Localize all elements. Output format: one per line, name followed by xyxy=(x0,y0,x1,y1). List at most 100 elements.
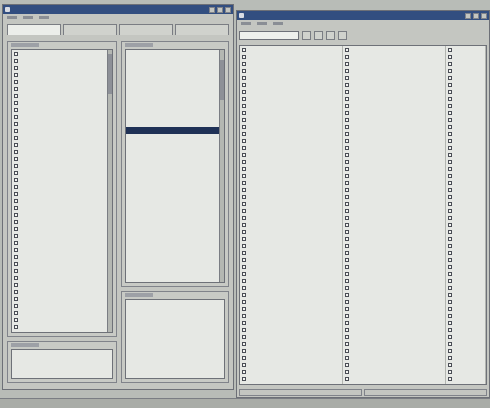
font-list-item[interactable] xyxy=(126,92,224,99)
font-list-item[interactable] xyxy=(126,57,224,64)
checkbox-item[interactable] xyxy=(343,319,445,326)
checkbox-item[interactable] xyxy=(240,263,342,270)
checkbox[interactable] xyxy=(14,268,18,273)
checkbox-item[interactable] xyxy=(343,235,445,242)
checkbox-item[interactable] xyxy=(240,207,342,214)
checkbox-item[interactable] xyxy=(446,277,485,284)
checkbox-item[interactable] xyxy=(446,172,485,179)
checkbox[interactable] xyxy=(14,86,18,91)
checkbox[interactable] xyxy=(242,138,246,143)
font-list-item[interactable] xyxy=(126,204,224,211)
font-list-item[interactable] xyxy=(126,141,224,148)
checkbox-item[interactable] xyxy=(12,169,112,176)
font-list-item[interactable] xyxy=(126,78,224,85)
checkbox[interactable] xyxy=(448,75,452,80)
checkbox-item[interactable] xyxy=(12,85,112,92)
checkbox[interactable] xyxy=(448,320,452,325)
checkbox[interactable] xyxy=(448,222,452,227)
toolbar-button[interactable] xyxy=(338,30,347,40)
checkbox[interactable] xyxy=(242,334,246,339)
checkbox[interactable] xyxy=(448,341,452,346)
checkbox-item[interactable] xyxy=(240,291,342,298)
checkbox-item[interactable] xyxy=(446,270,485,277)
checkbox-item[interactable] xyxy=(343,347,445,354)
checkbox-item[interactable] xyxy=(240,326,342,333)
checkbox-item[interactable] xyxy=(343,123,445,130)
font-list-item[interactable] xyxy=(126,71,224,78)
checkbox-item[interactable] xyxy=(343,312,445,319)
checkbox[interactable] xyxy=(345,187,349,192)
checkbox[interactable] xyxy=(242,145,246,150)
checkbox[interactable] xyxy=(345,292,349,297)
checkbox-item[interactable] xyxy=(240,256,342,263)
checkbox[interactable] xyxy=(448,145,452,150)
checkbox[interactable] xyxy=(448,313,452,318)
checkbox-item[interactable] xyxy=(240,368,342,375)
checkbox-item[interactable] xyxy=(12,190,112,197)
checkbox[interactable] xyxy=(242,47,246,52)
checkbox[interactable] xyxy=(345,285,349,290)
checkbox-item[interactable] xyxy=(446,123,485,130)
checkbox-item[interactable] xyxy=(446,200,485,207)
checkbox[interactable] xyxy=(14,114,18,119)
checkbox[interactable] xyxy=(14,310,18,315)
checkbox-item[interactable] xyxy=(343,340,445,347)
checkbox[interactable] xyxy=(14,296,18,301)
checkbox-item[interactable] xyxy=(446,368,485,375)
checkbox-item[interactable] xyxy=(343,186,445,193)
checkbox[interactable] xyxy=(448,47,452,52)
checkbox[interactable] xyxy=(448,173,452,178)
checkbox[interactable] xyxy=(14,177,18,182)
checkbox-item[interactable] xyxy=(446,144,485,151)
menu-item[interactable] xyxy=(273,22,283,25)
tab[interactable] xyxy=(7,24,61,35)
checkbox-item[interactable] xyxy=(446,221,485,228)
checkbox[interactable] xyxy=(448,348,452,353)
checkbox-item[interactable] xyxy=(240,235,342,242)
checkbox-item[interactable] xyxy=(240,81,342,88)
checkbox[interactable] xyxy=(242,257,246,262)
font-list-item[interactable] xyxy=(126,260,224,267)
close-icon[interactable] xyxy=(225,6,231,13)
checkbox[interactable] xyxy=(14,212,18,217)
checkbox-item[interactable] xyxy=(343,242,445,249)
checkbox[interactable] xyxy=(242,215,246,220)
checkbox-item[interactable] xyxy=(343,81,445,88)
checkbox[interactable] xyxy=(242,313,246,318)
checkbox[interactable] xyxy=(14,79,18,84)
checkbox-item[interactable] xyxy=(240,277,342,284)
font-list-item[interactable] xyxy=(126,162,224,169)
checkbox[interactable] xyxy=(14,51,18,56)
checkbox[interactable] xyxy=(242,376,246,381)
checkbox-item[interactable] xyxy=(343,179,445,186)
checkbox-item[interactable] xyxy=(12,148,112,155)
toolbar-button[interactable] xyxy=(326,30,335,40)
checkbox[interactable] xyxy=(448,257,452,262)
checkbox[interactable] xyxy=(14,282,18,287)
checkbox[interactable] xyxy=(14,100,18,105)
checkbox[interactable] xyxy=(345,89,349,94)
checkbox[interactable] xyxy=(448,89,452,94)
checkbox[interactable] xyxy=(448,369,452,374)
checkbox[interactable] xyxy=(14,324,18,329)
checkbox-item[interactable] xyxy=(240,375,342,382)
checkbox[interactable] xyxy=(242,103,246,108)
checkbox[interactable] xyxy=(242,89,246,94)
checkbox[interactable] xyxy=(242,208,246,213)
checkbox[interactable] xyxy=(14,219,18,224)
checkbox-item[interactable] xyxy=(240,102,342,109)
checkbox-item[interactable] xyxy=(240,200,342,207)
checkbox-item[interactable] xyxy=(343,88,445,95)
checkbox-item[interactable] xyxy=(240,319,342,326)
checkbox-item[interactable] xyxy=(240,123,342,130)
checkbox-item[interactable] xyxy=(12,316,112,323)
checkbox[interactable] xyxy=(448,306,452,311)
checkbox[interactable] xyxy=(345,222,349,227)
checkbox-item[interactable] xyxy=(446,305,485,312)
checkbox-item[interactable] xyxy=(240,242,342,249)
checkbox[interactable] xyxy=(242,201,246,206)
checkbox[interactable] xyxy=(448,355,452,360)
checkbox[interactable] xyxy=(345,348,349,353)
checkbox-item[interactable] xyxy=(12,92,112,99)
font-list-item[interactable] xyxy=(126,246,224,253)
